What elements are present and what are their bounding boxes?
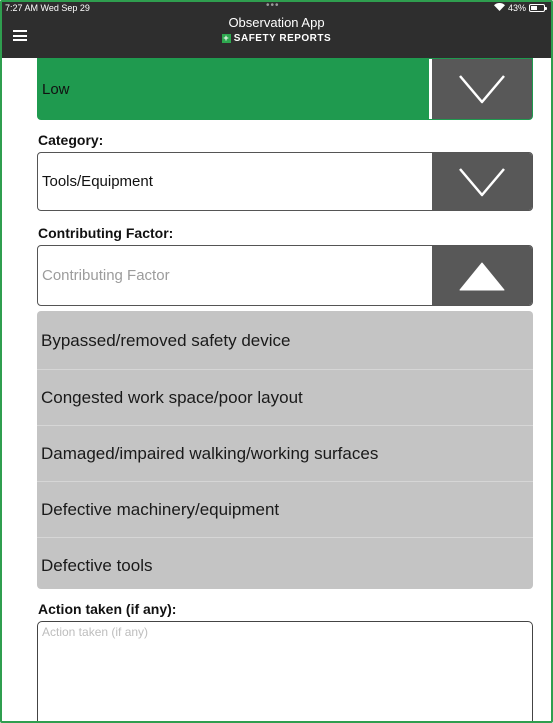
contributing-factor-placeholder: Contributing Factor [42, 267, 170, 284]
contributing-factor-select[interactable]: Contributing Factor [37, 245, 533, 306]
battery-percent: 43% [507, 3, 526, 13]
status-time: 7:27 AM Wed Sep 29 [5, 3, 90, 13]
status-right: 43% [493, 3, 547, 13]
plus-icon: + [221, 33, 231, 43]
status-bar: 7:27 AM Wed Sep 29 ••• 43% [2, 2, 551, 16]
chevron-up-icon [459, 262, 505, 290]
battery-icon [529, 4, 547, 12]
category-select[interactable]: Tools/Equipment [37, 152, 533, 211]
category-value: Tools/Equipment [42, 173, 153, 190]
wifi-icon [493, 3, 505, 13]
action-taken-input[interactable]: Action taken (if any) [37, 621, 533, 721]
app-header: 7:27 AM Wed Sep 29 ••• 43% Observation A… [2, 2, 551, 58]
contributing-factor-label: Contributing Factor: [38, 225, 174, 241]
app-title: Observation App [228, 15, 325, 30]
option-defective-machinery[interactable]: Defective machinery/equipment [37, 481, 533, 537]
option-damaged-walking-surfaces[interactable]: Damaged/impaired walking/working surface… [37, 425, 533, 481]
contributing-factor-options: Bypassed/removed safety device Congested… [37, 311, 533, 589]
risk-dropdown-button[interactable] [432, 59, 532, 119]
chevron-down-icon [459, 167, 505, 196]
option-congested-work-space[interactable]: Congested work space/poor layout [37, 369, 533, 425]
option-defective-tools[interactable]: Defective tools [37, 537, 533, 589]
risk-level-select[interactable]: Low [37, 58, 533, 120]
action-taken-label: Action taken (if any): [38, 601, 177, 617]
risk-level-value: Low [42, 80, 70, 98]
option-bypassed-safety-device[interactable]: Bypassed/removed safety device [37, 313, 533, 369]
app-subtitle-text: SAFETY REPORTS [233, 33, 332, 44]
multitask-dots[interactable]: ••• [266, 2, 280, 11]
chevron-down-icon [459, 75, 505, 104]
app-window: 7:27 AM Wed Sep 29 ••• 43% Observation A… [0, 0, 553, 723]
category-dropdown-button[interactable] [432, 153, 532, 210]
app-subtitle: + SAFETY REPORTS [2, 33, 551, 44]
contributing-factor-dropdown-button[interactable] [432, 246, 532, 305]
category-label: Category: [38, 132, 104, 148]
